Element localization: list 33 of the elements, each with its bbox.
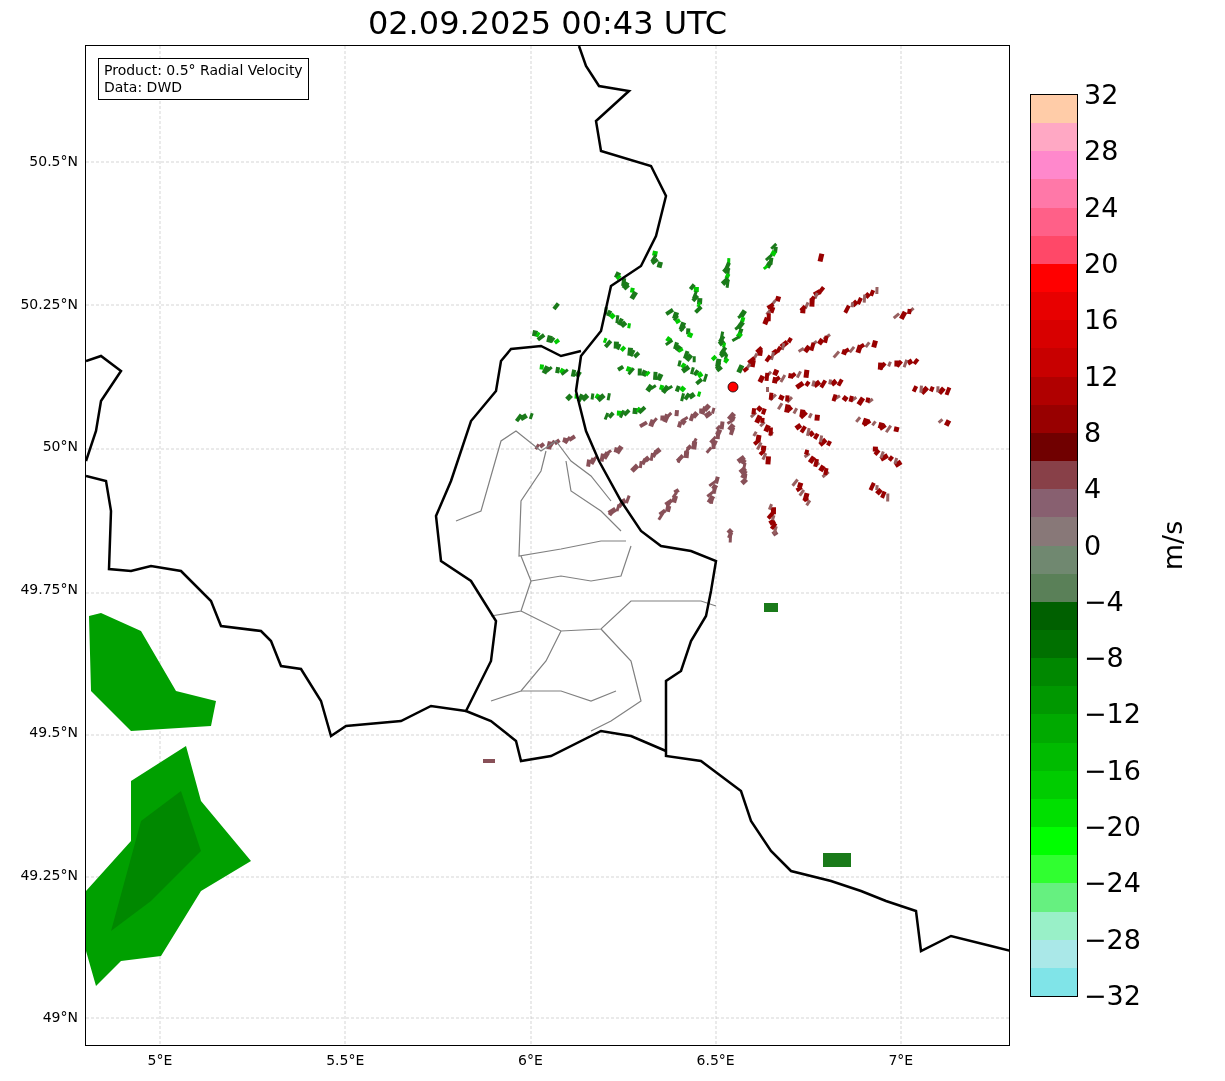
latitude-label: 50.5°N (29, 153, 78, 169)
info-text: Data: DWD (104, 79, 183, 96)
longitude-label: 5°E (147, 1052, 173, 1068)
chart-title: 02.09.2025 00:43 UTC (366, 4, 729, 44)
colorbar-tick-label: −24 (1084, 868, 1141, 899)
longitude-label: 7°E (888, 1052, 914, 1068)
latitude-label: 49°N (42, 1009, 78, 1026)
colorbar-tick-label: 16 (1084, 305, 1119, 336)
colorbar-tick-label: −28 (1084, 924, 1141, 955)
colorbar-tick-label: 32 (1084, 80, 1119, 110)
colorbar-tick-label: 8 (1084, 417, 1102, 448)
colorbar-unit-label: m/s (1157, 520, 1189, 571)
colorbar-tick-label: −12 (1084, 699, 1141, 730)
latitude-label: 49.75°N (20, 581, 78, 598)
latitude-label: 49.25°N (20, 866, 78, 883)
colorbar-tick-label: 4 (1084, 474, 1102, 505)
colorbar-tick-label: 12 (1084, 361, 1119, 392)
colorbar-tick-label: −20 (1084, 812, 1141, 843)
latitude-label: 50.25°N (20, 295, 78, 312)
colorbar-tick-label: 28 (1084, 136, 1119, 167)
info-text: Product: 0.5° Radial Velocity (104, 62, 303, 79)
longitude-label: 5.5°E (326, 1052, 365, 1068)
longitude-label: 6°E (518, 1052, 543, 1068)
longitude-label: 6.5°E (696, 1052, 735, 1068)
colorbar-tick-label: 0 (1084, 530, 1102, 561)
colorbar-tick-label: 20 (1084, 248, 1119, 279)
colorbar-tick-label: 24 (1084, 192, 1119, 223)
colorbar-tick-label: −16 (1084, 755, 1141, 786)
latitude-label: 50°N (42, 438, 78, 455)
latitude-label: 49.5°N (29, 723, 78, 740)
colorbar-tick-label: −32 (1084, 981, 1141, 1011)
colorbar-tick-label: −8 (1084, 643, 1124, 674)
colorbar-tick-label: −4 (1084, 586, 1124, 617)
